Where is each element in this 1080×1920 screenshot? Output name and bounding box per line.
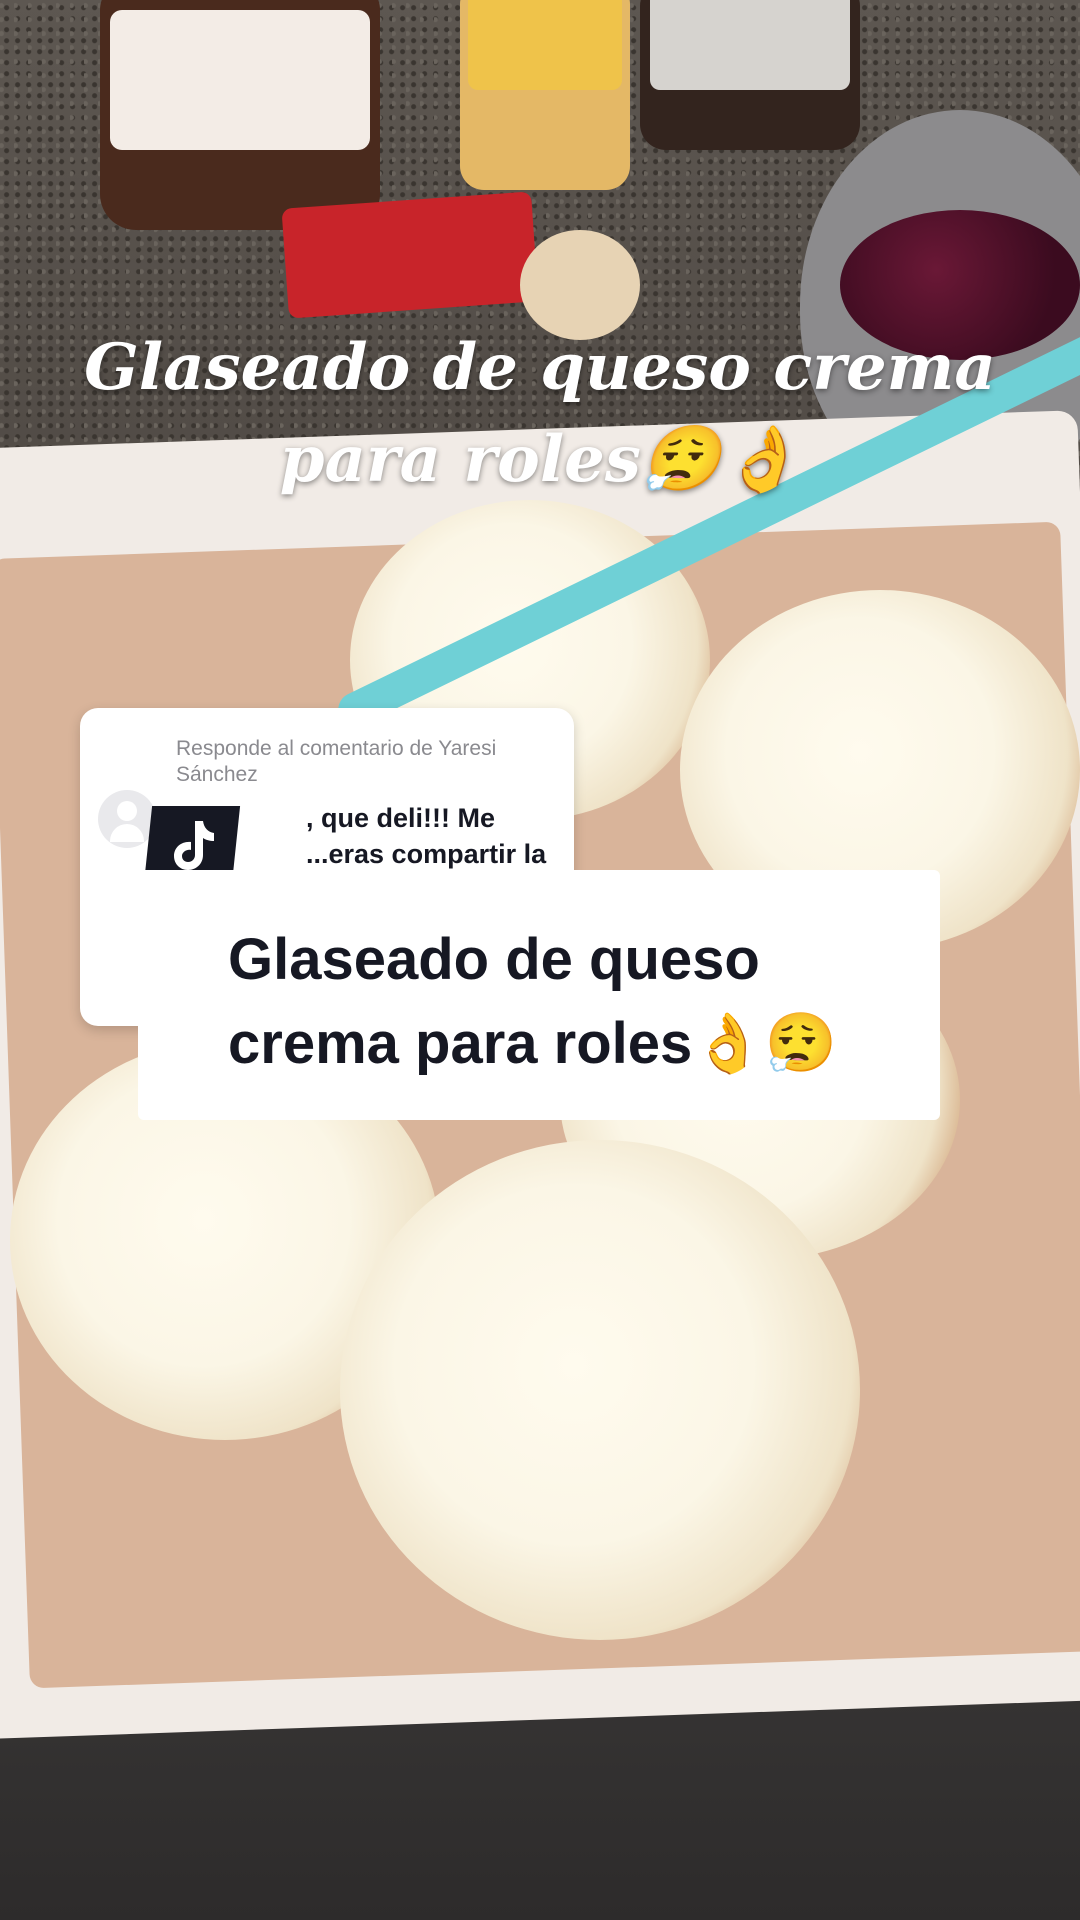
reply-header: Responde al comentario de Yaresi Sánchez: [176, 737, 497, 786]
video-frame[interactable]: Glaseado de queso crema para roles😮‍💨👌 R…: [0, 0, 1080, 1920]
reply-comment-text: , que deli!!! Me ...eras compartir la: [306, 803, 547, 869]
candy-bar: [281, 191, 539, 319]
video-headline: Glaseado de queso crema para roles😮‍💨👌: [84, 330, 996, 497]
syrup-bottle: [640, 0, 860, 150]
cinnamon-roll: [340, 1140, 860, 1640]
default-avatar-icon: [98, 790, 156, 848]
caption-text: Glaseado de queso crema para roles👌😮‍💨: [228, 927, 837, 1076]
nutella-jar: [100, 0, 380, 230]
mazapan-jar: [460, 0, 630, 190]
caption-card: Glaseado de queso crema para roles👌😮‍💨: [138, 870, 940, 1120]
